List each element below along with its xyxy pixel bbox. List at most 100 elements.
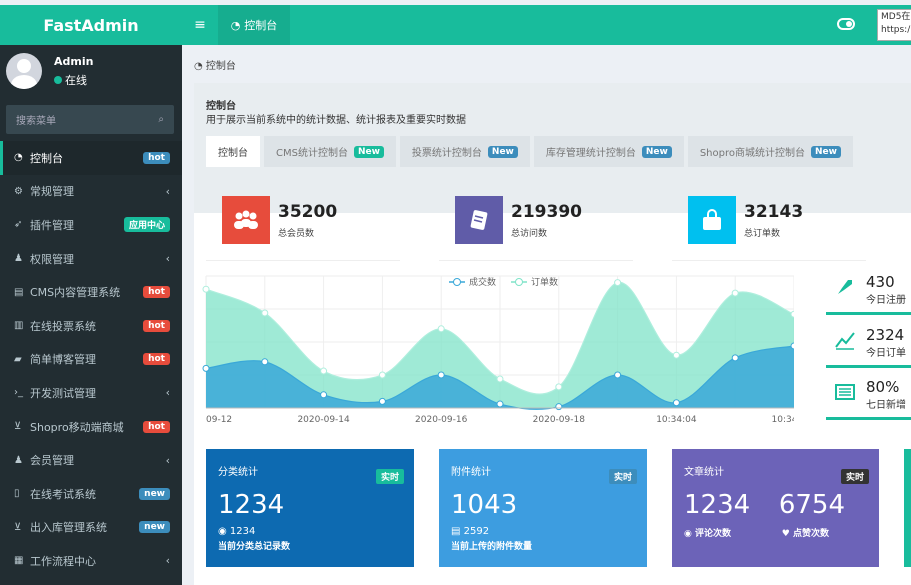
sidebar-menu: ◔ 控制台 hot ⚙ 常规管理 ‹ ➶ 插件管理 应用中心 ♟ 权限管理 ‹ ▤ CMS内容管理系统 ho…: [0, 141, 182, 578]
data-point: [261, 309, 269, 317]
sidebar-item[interactable]: ♟ 权限管理 ‹: [0, 242, 182, 276]
search-placeholder: 搜索菜单: [16, 116, 56, 127]
x-tick-label: 10:34:: [772, 415, 794, 425]
side-stat-value: 80%: [866, 378, 900, 396]
data-point: [261, 358, 269, 366]
sidebar-item[interactable]: ⊻ 出入库管理系统 new: [0, 511, 182, 545]
sidebar: Admin 在线 搜索菜单 ⌕ ◔ 控制台 hot ⚙ 常规管理 ‹ ➶ 插件管理 应用中心 ♟ 权…: [0, 45, 182, 585]
card-desc: 当前上传的附件数量: [451, 542, 533, 552]
sidebar-item-label: 常规管理: [30, 185, 74, 199]
sidebar-item-label: 插件管理: [30, 218, 74, 232]
bar-chart-icon: ▥: [14, 320, 24, 332]
card-tag: 实时: [375, 469, 404, 484]
dashboard-icon: ◔: [230, 18, 241, 32]
data-point: [672, 351, 680, 359]
legend-label: 订单数: [531, 276, 558, 288]
sidebar-badge: hot: [143, 420, 170, 433]
sidebar-item[interactable]: ▥ 在线投票系统 hot: [0, 309, 182, 343]
dashboard-icon: ◔: [14, 152, 23, 164]
sidebar-item[interactable]: ➶ 插件管理 应用中心: [0, 208, 182, 242]
sidebar-item[interactable]: ▰ 简单博客管理 hot: [0, 343, 182, 377]
sidebar-item-label: 工作流程中心: [30, 554, 96, 568]
data-point: [731, 289, 739, 297]
data-point: [614, 371, 622, 379]
dashboard-tab[interactable]: Shopro商城统计控制台 New: [687, 136, 853, 167]
side-stat-value: 430: [866, 273, 895, 291]
comment-icon: ◉: [218, 526, 230, 537]
data-point: [496, 375, 504, 383]
stat-label: 总会员数: [278, 229, 315, 239]
stat-card: 分类统计 实时 1234 ◉ 1234 当前分类总记录数: [206, 449, 414, 567]
sidebar-item[interactable]: ▯ 在线考试系统 new: [0, 477, 182, 511]
stat-card: 文章统计 实时 1234 6754 ◉ 评论次数 ♥ 点赞次数: [672, 449, 879, 567]
card-desc: 当前分类总记录数: [218, 542, 291, 552]
card-sub: ◉ 1234: [218, 526, 402, 537]
legend-marker: [515, 278, 523, 286]
card-sub-2: ♥ 点赞次数: [782, 526, 829, 539]
sidebar-item[interactable]: ⊻ Shopro移动端商城 hot: [0, 410, 182, 444]
card-tag: 实时: [840, 469, 869, 484]
card-sub: ▤ 2592: [451, 526, 635, 537]
dashboard-tab[interactable]: 控制台: [206, 136, 260, 167]
side-stat-label: 七日新增: [866, 400, 906, 411]
top-tab-dashboard[interactable]: ◔ 控制台: [218, 5, 290, 45]
book-icon: ▰: [14, 353, 22, 365]
sidebar-item[interactable]: ›_ 开发测试管理 ‹: [0, 376, 182, 410]
sidebar-toggle-button[interactable]: ≡: [182, 5, 218, 45]
panel-description: 用于展示当前系统中的统计数据、统计报表及重要实时数据: [206, 115, 466, 126]
dashboard-tabs: 控制台 CMS统计控制台 New 投票统计控制台 New 库存管理统计控制台 New Shop…: [206, 136, 853, 167]
online-dot-icon: [54, 76, 62, 84]
sidebar-item[interactable]: ⚙ 常规管理 ‹: [0, 175, 182, 209]
data-point: [437, 325, 445, 333]
sidebar-search-input[interactable]: 搜索菜单 ⌕: [6, 105, 174, 134]
rocket-icon: [834, 276, 856, 298]
data-point: [378, 371, 386, 379]
toggle-switch-icon[interactable]: [837, 18, 855, 30]
dashboard-icon: ◔: [194, 61, 206, 72]
rocket-icon: ➶: [14, 219, 23, 231]
chevron-left-icon: ‹: [165, 252, 170, 266]
data-point: [202, 285, 210, 293]
side-stat-label: 今日注册: [866, 295, 906, 306]
stat-box: 35200 总会员数: [206, 196, 400, 261]
dashboard-tab[interactable]: CMS统计控制台 New: [264, 136, 396, 167]
tab-label: 库存管理统计控制台: [545, 148, 636, 159]
sidebar-item[interactable]: ▦ 工作流程中心 ‹: [0, 544, 182, 578]
user-panel: Admin 在线: [0, 45, 182, 97]
sidebar-item-label: CMS内容管理系统: [30, 286, 121, 300]
terminal-icon: ›_: [14, 387, 23, 399]
comment-icon: ◉: [684, 529, 695, 539]
list-icon: [834, 381, 856, 403]
main-content: ◔ 控制台 控制台 用于展示当前系统中的统计数据、统计报表及重要实时数据 控制台…: [182, 45, 911, 585]
stat-box: 219390 总访问数: [439, 196, 633, 261]
data-point: [672, 399, 680, 407]
user-status: 在线: [54, 72, 87, 88]
data-point: [320, 367, 328, 375]
chevron-left-icon: ‹: [165, 184, 170, 198]
tab-label: 控制台: [218, 148, 248, 159]
sidebar-item[interactable]: ◔ 控制台 hot: [0, 141, 182, 175]
sidebar-item-label: 控制台: [30, 151, 63, 165]
dashboard-tab[interactable]: 投票统计控制台 New: [399, 136, 530, 167]
sidebar-item-label: 简单博客管理: [30, 353, 96, 367]
sidebar-badge: 应用中心: [123, 217, 170, 233]
heart-icon: ♥: [781, 529, 793, 539]
file-icon: ▤: [451, 526, 464, 537]
tab-badge: New: [487, 145, 518, 158]
sidebar-item-label: 权限管理: [30, 252, 74, 266]
sidebar-item-label: 出入库管理系统: [30, 521, 107, 535]
chevron-left-icon: ‹: [165, 554, 170, 568]
sidebar-item[interactable]: ▤ CMS内容管理系统 hot: [0, 275, 182, 309]
data-point: [378, 397, 386, 405]
dashboard-tab[interactable]: 库存管理统计控制台 New: [533, 136, 684, 167]
card-sub: ◉ 评论次数: [684, 526, 731, 539]
chart-area: 09-12 2020-09-14 2020-09-16 2020-09-18 10:34…: [194, 268, 800, 428]
breadcrumb-label[interactable]: 控制台: [206, 61, 236, 72]
card-title: 分类统计: [218, 467, 258, 478]
sidebar-item[interactable]: ♟ 会员管理 ‹: [0, 443, 182, 477]
card-tag: 实时: [608, 469, 637, 484]
x-tick-label: 10:34:04: [656, 415, 697, 425]
app-logo[interactable]: FastAdmin: [0, 5, 182, 45]
chevron-left-icon: ‹: [165, 453, 170, 467]
tab-label: CMS统计控制台: [276, 148, 348, 159]
